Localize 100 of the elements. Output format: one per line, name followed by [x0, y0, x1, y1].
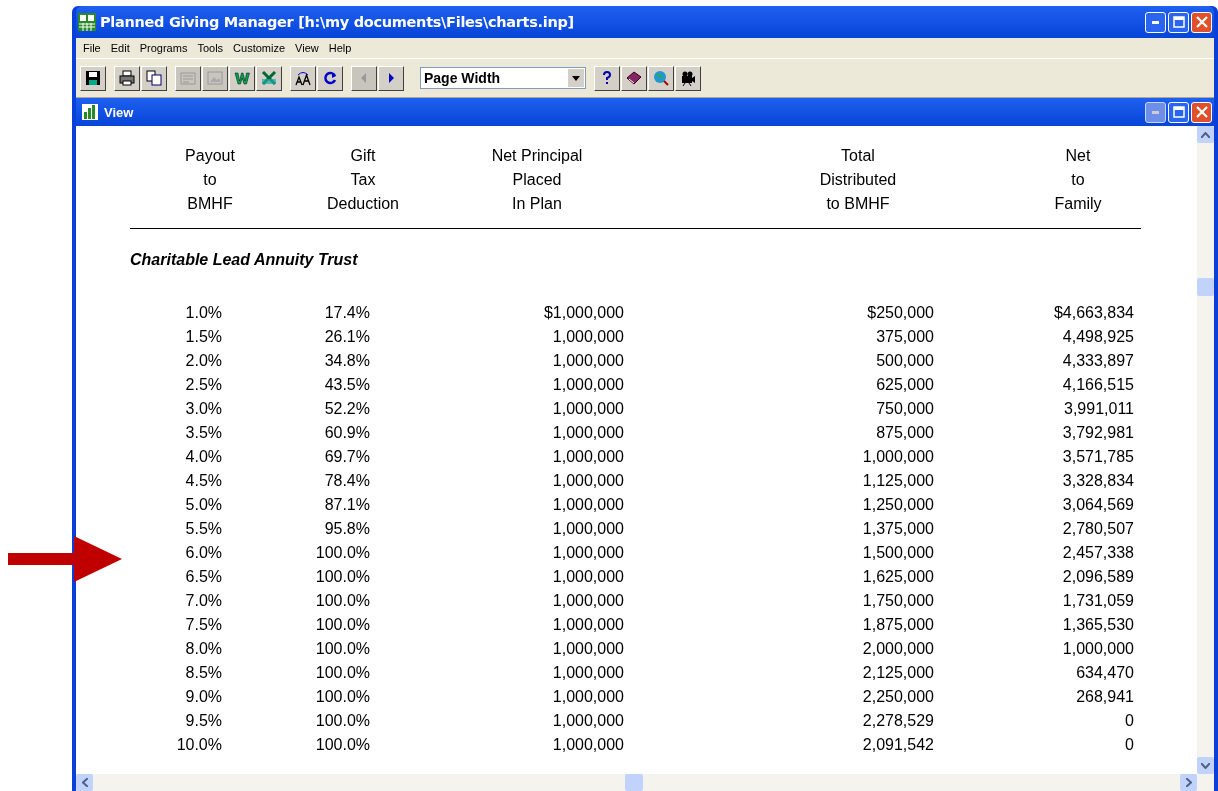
- toolbar-button[interactable]: [648, 65, 674, 91]
- table-cell-text: 87.1%: [323, 495, 370, 515]
- table-cell-text: 500,000: [875, 351, 934, 371]
- table-cell-text: 43.5%: [323, 375, 370, 395]
- table-cell-text: 1,000,000: [551, 663, 624, 683]
- table-cell-text: 268,941: [1075, 687, 1134, 707]
- toolbar-button[interactable]: [290, 65, 316, 91]
- floppy-icon: [85, 70, 101, 86]
- menu-item[interactable]: Edit: [105, 42, 135, 54]
- table-cell-text: 100.0%: [314, 687, 370, 707]
- caret-icon: [572, 75, 580, 81]
- table-cell-text: $4,663,834: [1052, 303, 1134, 323]
- table-cell-text: 1,000,000: [551, 687, 624, 707]
- table-cell-text: 26.1%: [323, 327, 370, 347]
- table-cell-text: 4,333,897: [1061, 351, 1134, 371]
- table-cell-text: 3,571,785: [1061, 447, 1134, 467]
- column-header: Gift Tax Deduction: [326, 146, 399, 214]
- app-icon: [78, 13, 96, 31]
- table-cell-text: 60.9%: [323, 423, 370, 443]
- table-cell-text: 0: [1124, 711, 1134, 731]
- maximize-icon: [1172, 16, 1185, 28]
- toolbar-button[interactable]: [80, 65, 106, 91]
- table-cell-text: 100.0%: [314, 543, 370, 563]
- table-cell-text: 1,000,000: [551, 447, 624, 467]
- table-cell-text: 1.0%: [184, 303, 222, 323]
- menu-item[interactable]: Programs: [134, 42, 193, 54]
- table-cell-text: 1,875,000: [861, 615, 934, 635]
- chart-icon: [82, 104, 98, 120]
- maximize-icon: [1172, 106, 1185, 118]
- table-cell-text: 625,000: [875, 375, 934, 395]
- table-cell-text: 8.5%: [184, 663, 222, 683]
- document-icon: [180, 70, 196, 86]
- toolbar-button[interactable]: [594, 65, 620, 91]
- section-heading: Charitable Lead Annuity Trust: [130, 251, 359, 269]
- table-cell-text: $1,000,000: [542, 303, 624, 323]
- table-cell-text: 1,365,530: [1061, 615, 1134, 635]
- table-cell-text: 0: [1124, 735, 1134, 755]
- dropdown-value: Page Width: [423, 70, 502, 86]
- toolbar-button[interactable]: [317, 65, 343, 91]
- refresh-icon: [322, 70, 338, 86]
- toolbar-button[interactable]: [621, 65, 647, 91]
- table-cell-text: 1,000,000: [1061, 639, 1134, 659]
- horizontal-scrollbar[interactable]: [76, 774, 1214, 791]
- table-cell-text: 7.5%: [184, 615, 222, 635]
- table-cell-text: 3,328,834: [1061, 471, 1134, 491]
- menu-item[interactable]: Help: [323, 42, 357, 54]
- close-button[interactable]: [1191, 11, 1212, 33]
- table-cell-text: 1,000,000: [551, 375, 624, 395]
- menu-item[interactable]: View: [290, 42, 324, 54]
- table-cell-text: 1,750,000: [861, 591, 934, 611]
- scrollbar-thumb[interactable]: [625, 774, 643, 791]
- toolbar-button[interactable]: [378, 65, 404, 91]
- table-cell-text: 4.5%: [184, 471, 222, 491]
- table-cell-text: 100.0%: [314, 591, 370, 611]
- column-header: Net Principal Placed In Plan: [491, 146, 583, 214]
- table-cell-text: 1,000,000: [551, 543, 624, 563]
- table-cell-text: 34.8%: [323, 351, 370, 371]
- menu-item[interactable]: Tools: [192, 42, 229, 54]
- table-cell-text: 52.2%: [323, 399, 370, 419]
- menu-item[interactable]: File: [78, 42, 106, 54]
- maximize-button[interactable]: [1168, 101, 1189, 123]
- table-cell-text: 10.0%: [175, 735, 222, 755]
- table-cell-text: 1,000,000: [861, 447, 934, 467]
- vertical-scrollbar[interactable]: [1197, 126, 1214, 774]
- table-cell-text: 2,000,000: [861, 639, 934, 659]
- table-cell-text: 1,375,000: [861, 519, 934, 539]
- table-cell-text: 5.0%: [184, 495, 222, 515]
- table-cell-text: 1,000,000: [551, 327, 624, 347]
- zoom-dropdown[interactable]: Page Width: [420, 67, 586, 89]
- table-cell-text: 8.0%: [184, 639, 222, 659]
- toolbar-button[interactable]: [141, 65, 167, 91]
- table-cell-text: 4.0%: [184, 447, 222, 467]
- table-cell-text: 3.5%: [184, 423, 222, 443]
- toolbar-button[interactable]: [256, 65, 282, 91]
- maximize-button[interactable]: [1168, 11, 1189, 33]
- close-button[interactable]: [1191, 101, 1212, 123]
- toolbar-button[interactable]: [675, 65, 701, 91]
- table-cell-text: 375,000: [875, 327, 934, 347]
- table-cell-text: 100.0%: [314, 711, 370, 731]
- minimize-icon: [1152, 110, 1159, 114]
- table-cell-text: 2,457,338: [1061, 543, 1134, 563]
- table-cell-text: 2,780,507: [1061, 519, 1134, 539]
- table-cell-text: 1,000,000: [551, 615, 624, 635]
- dropdown-button[interactable]: [568, 69, 584, 87]
- scrollbar-thumb[interactable]: [1197, 278, 1214, 296]
- printer-icon: [119, 70, 135, 86]
- table-cell-text: 1,000,000: [551, 591, 624, 611]
- table-cell-text: 2,278,529: [861, 711, 934, 731]
- table-cell-text: 2.0%: [184, 351, 222, 371]
- font-size-icon: [295, 70, 311, 86]
- window-title: Planned Giving Manager [h:\my documents\Files\charts.inp]: [100, 14, 575, 30]
- minimize-button[interactable]: [1145, 101, 1166, 123]
- table-cell-text: 2,091,542: [861, 735, 934, 755]
- table-cell-text: 9.5%: [184, 711, 222, 731]
- table-cell-text: 17.4%: [323, 303, 370, 323]
- toolbar-button[interactable]: [114, 65, 140, 91]
- toolbar-button[interactable]: [229, 65, 255, 91]
- menu-item[interactable]: Customize: [228, 42, 291, 54]
- table-cell-text: 2,096,589: [1061, 567, 1134, 587]
- table-cell-text: 1,000,000: [551, 471, 624, 491]
